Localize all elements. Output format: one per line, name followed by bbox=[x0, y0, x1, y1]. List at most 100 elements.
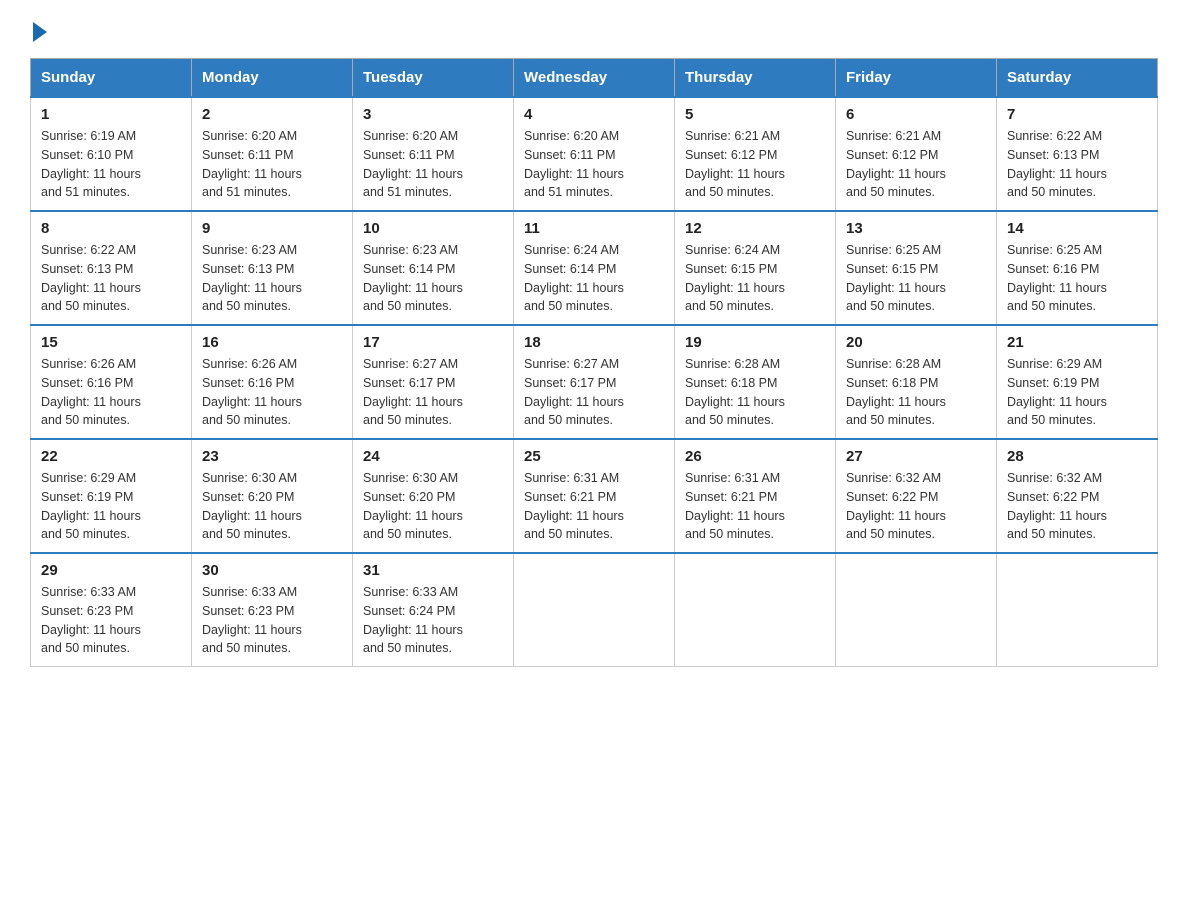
day-cell-8: 8 Sunrise: 6:22 AMSunset: 6:13 PMDaylight… bbox=[31, 211, 192, 325]
col-header-tuesday: Tuesday bbox=[353, 59, 514, 98]
day-info: Sunrise: 6:28 AMSunset: 6:18 PMDaylight:… bbox=[846, 355, 986, 430]
day-cell-22: 22Sunrise: 6:29 AMSunset: 6:19 PMDayligh… bbox=[31, 439, 192, 553]
day-number: 1 bbox=[41, 106, 181, 123]
day-number: 17 bbox=[363, 334, 503, 351]
day-number: 6 bbox=[846, 106, 986, 123]
empty-cell bbox=[514, 553, 675, 667]
day-number: 26 bbox=[685, 448, 825, 465]
day-number: 9 bbox=[202, 220, 342, 237]
day-number: 28 bbox=[1007, 448, 1147, 465]
day-cell-11: 11 Sunrise: 6:24 AMSunset: 6:14 PMDayligh… bbox=[514, 211, 675, 325]
day-cell-26: 26Sunrise: 6:31 AMSunset: 6:21 PMDayligh… bbox=[675, 439, 836, 553]
day-number: 19 bbox=[685, 334, 825, 351]
day-info: Sunrise: 6:27 AMSunset: 6:17 PMDaylight:… bbox=[524, 355, 664, 430]
day-number: 10 bbox=[363, 220, 503, 237]
day-cell-12: 12 Sunrise: 6:24 AMSunset: 6:15 PMDayligh… bbox=[675, 211, 836, 325]
day-cell-23: 23Sunrise: 6:30 AMSunset: 6:20 PMDayligh… bbox=[192, 439, 353, 553]
day-number: 8 bbox=[41, 220, 181, 237]
day-number: 27 bbox=[846, 448, 986, 465]
day-number: 12 bbox=[685, 220, 825, 237]
day-cell-30: 30 Sunrise: 6:33 AMSunset: 6:23 PMDayligh… bbox=[192, 553, 353, 667]
col-header-friday: Friday bbox=[836, 59, 997, 98]
day-number: 31 bbox=[363, 562, 503, 579]
calendar-header-row: SundayMondayTuesdayWednesdayThursdayFrid… bbox=[31, 59, 1158, 98]
day-info: Sunrise: 6:25 AMSunset: 6:15 PMDaylight:… bbox=[846, 241, 986, 316]
day-info: Sunrise: 6:21 AMSunset: 6:12 PMDaylight:… bbox=[846, 127, 986, 202]
day-cell-18: 18 Sunrise: 6:27 AMSunset: 6:17 PMDayligh… bbox=[514, 325, 675, 439]
day-number: 24 bbox=[363, 448, 503, 465]
day-info: Sunrise: 6:24 AMSunset: 6:14 PMDaylight:… bbox=[524, 241, 664, 316]
day-cell-16: 16 Sunrise: 6:26 AMSunset: 6:16 PMDayligh… bbox=[192, 325, 353, 439]
day-info: Sunrise: 6:23 AMSunset: 6:14 PMDaylight:… bbox=[363, 241, 503, 316]
day-number: 18 bbox=[524, 334, 664, 351]
week-row-1: 1 Sunrise: 6:19 AMSunset: 6:10 PMDaylight… bbox=[31, 97, 1158, 211]
day-info: Sunrise: 6:22 AMSunset: 6:13 PMDaylight:… bbox=[41, 241, 181, 316]
logo bbox=[30, 20, 47, 38]
day-number: 5 bbox=[685, 106, 825, 123]
day-info: Sunrise: 6:22 AMSunset: 6:13 PMDaylight:… bbox=[1007, 127, 1147, 202]
day-number: 7 bbox=[1007, 106, 1147, 123]
day-number: 4 bbox=[524, 106, 664, 123]
day-cell-2: 2 Sunrise: 6:20 AMSunset: 6:11 PMDaylight… bbox=[192, 97, 353, 211]
day-number: 14 bbox=[1007, 220, 1147, 237]
day-info: Sunrise: 6:30 AMSunset: 6:20 PMDaylight:… bbox=[363, 469, 503, 544]
day-cell-1: 1 Sunrise: 6:19 AMSunset: 6:10 PMDaylight… bbox=[31, 97, 192, 211]
day-cell-15: 15 Sunrise: 6:26 AMSunset: 6:16 PMDayligh… bbox=[31, 325, 192, 439]
day-info: Sunrise: 6:26 AMSunset: 6:16 PMDaylight:… bbox=[41, 355, 181, 430]
day-info: Sunrise: 6:26 AMSunset: 6:16 PMDaylight:… bbox=[202, 355, 342, 430]
day-number: 2 bbox=[202, 106, 342, 123]
day-cell-14: 14 Sunrise: 6:25 AMSunset: 6:16 PMDayligh… bbox=[997, 211, 1158, 325]
empty-cell bbox=[836, 553, 997, 667]
day-cell-29: 29 Sunrise: 6:33 AMSunset: 6:23 PMDayligh… bbox=[31, 553, 192, 667]
day-cell-9: 9 Sunrise: 6:23 AMSunset: 6:13 PMDaylight… bbox=[192, 211, 353, 325]
page-header bbox=[30, 20, 1158, 38]
day-info: Sunrise: 6:24 AMSunset: 6:15 PMDaylight:… bbox=[685, 241, 825, 316]
day-number: 15 bbox=[41, 334, 181, 351]
day-number: 21 bbox=[1007, 334, 1147, 351]
week-row-4: 22Sunrise: 6:29 AMSunset: 6:19 PMDayligh… bbox=[31, 439, 1158, 553]
col-header-thursday: Thursday bbox=[675, 59, 836, 98]
col-header-monday: Monday bbox=[192, 59, 353, 98]
day-cell-27: 27 Sunrise: 6:32 AMSunset: 6:22 PMDayligh… bbox=[836, 439, 997, 553]
day-number: 25 bbox=[524, 448, 664, 465]
day-cell-3: 3 Sunrise: 6:20 AMSunset: 6:11 PMDaylight… bbox=[353, 97, 514, 211]
day-info: Sunrise: 6:32 AMSunset: 6:22 PMDaylight:… bbox=[1007, 469, 1147, 544]
day-cell-25: 25 Sunrise: 6:31 AMSunset: 6:21 PMDayligh… bbox=[514, 439, 675, 553]
day-info: Sunrise: 6:31 AMSunset: 6:21 PMDaylight:… bbox=[524, 469, 664, 544]
day-cell-13: 13 Sunrise: 6:25 AMSunset: 6:15 PMDayligh… bbox=[836, 211, 997, 325]
day-info: Sunrise: 6:30 AMSunset: 6:20 PMDaylight:… bbox=[202, 469, 342, 544]
day-cell-5: 5 Sunrise: 6:21 AMSunset: 6:12 PMDaylight… bbox=[675, 97, 836, 211]
day-info: Sunrise: 6:23 AMSunset: 6:13 PMDaylight:… bbox=[202, 241, 342, 316]
day-info: Sunrise: 6:21 AMSunset: 6:12 PMDaylight:… bbox=[685, 127, 825, 202]
day-number: 29 bbox=[41, 562, 181, 579]
day-info: Sunrise: 6:33 AMSunset: 6:24 PMDaylight:… bbox=[363, 583, 503, 658]
day-cell-24: 24 Sunrise: 6:30 AMSunset: 6:20 PMDayligh… bbox=[353, 439, 514, 553]
empty-cell bbox=[997, 553, 1158, 667]
day-info: Sunrise: 6:33 AMSunset: 6:23 PMDaylight:… bbox=[202, 583, 342, 658]
day-cell-7: 7 Sunrise: 6:22 AMSunset: 6:13 PMDaylight… bbox=[997, 97, 1158, 211]
day-cell-21: 21Sunrise: 6:29 AMSunset: 6:19 PMDayligh… bbox=[997, 325, 1158, 439]
day-info: Sunrise: 6:20 AMSunset: 6:11 PMDaylight:… bbox=[363, 127, 503, 202]
day-info: Sunrise: 6:32 AMSunset: 6:22 PMDaylight:… bbox=[846, 469, 986, 544]
day-cell-20: 20Sunrise: 6:28 AMSunset: 6:18 PMDayligh… bbox=[836, 325, 997, 439]
day-number: 13 bbox=[846, 220, 986, 237]
day-number: 11 bbox=[524, 220, 664, 237]
day-cell-28: 28 Sunrise: 6:32 AMSunset: 6:22 PMDayligh… bbox=[997, 439, 1158, 553]
week-row-5: 29 Sunrise: 6:33 AMSunset: 6:23 PMDayligh… bbox=[31, 553, 1158, 667]
day-info: Sunrise: 6:19 AMSunset: 6:10 PMDaylight:… bbox=[41, 127, 181, 202]
day-cell-17: 17Sunrise: 6:27 AMSunset: 6:17 PMDayligh… bbox=[353, 325, 514, 439]
day-number: 30 bbox=[202, 562, 342, 579]
col-header-wednesday: Wednesday bbox=[514, 59, 675, 98]
day-cell-31: 31 Sunrise: 6:33 AMSunset: 6:24 PMDayligh… bbox=[353, 553, 514, 667]
day-number: 3 bbox=[363, 106, 503, 123]
week-row-3: 15 Sunrise: 6:26 AMSunset: 6:16 PMDayligh… bbox=[31, 325, 1158, 439]
col-header-sunday: Sunday bbox=[31, 59, 192, 98]
day-info: Sunrise: 6:25 AMSunset: 6:16 PMDaylight:… bbox=[1007, 241, 1147, 316]
week-row-2: 8 Sunrise: 6:22 AMSunset: 6:13 PMDaylight… bbox=[31, 211, 1158, 325]
day-number: 16 bbox=[202, 334, 342, 351]
calendar-table: SundayMondayTuesdayWednesdayThursdayFrid… bbox=[30, 58, 1158, 667]
day-info: Sunrise: 6:20 AMSunset: 6:11 PMDaylight:… bbox=[524, 127, 664, 202]
day-info: Sunrise: 6:33 AMSunset: 6:23 PMDaylight:… bbox=[41, 583, 181, 658]
day-info: Sunrise: 6:20 AMSunset: 6:11 PMDaylight:… bbox=[202, 127, 342, 202]
day-number: 22 bbox=[41, 448, 181, 465]
